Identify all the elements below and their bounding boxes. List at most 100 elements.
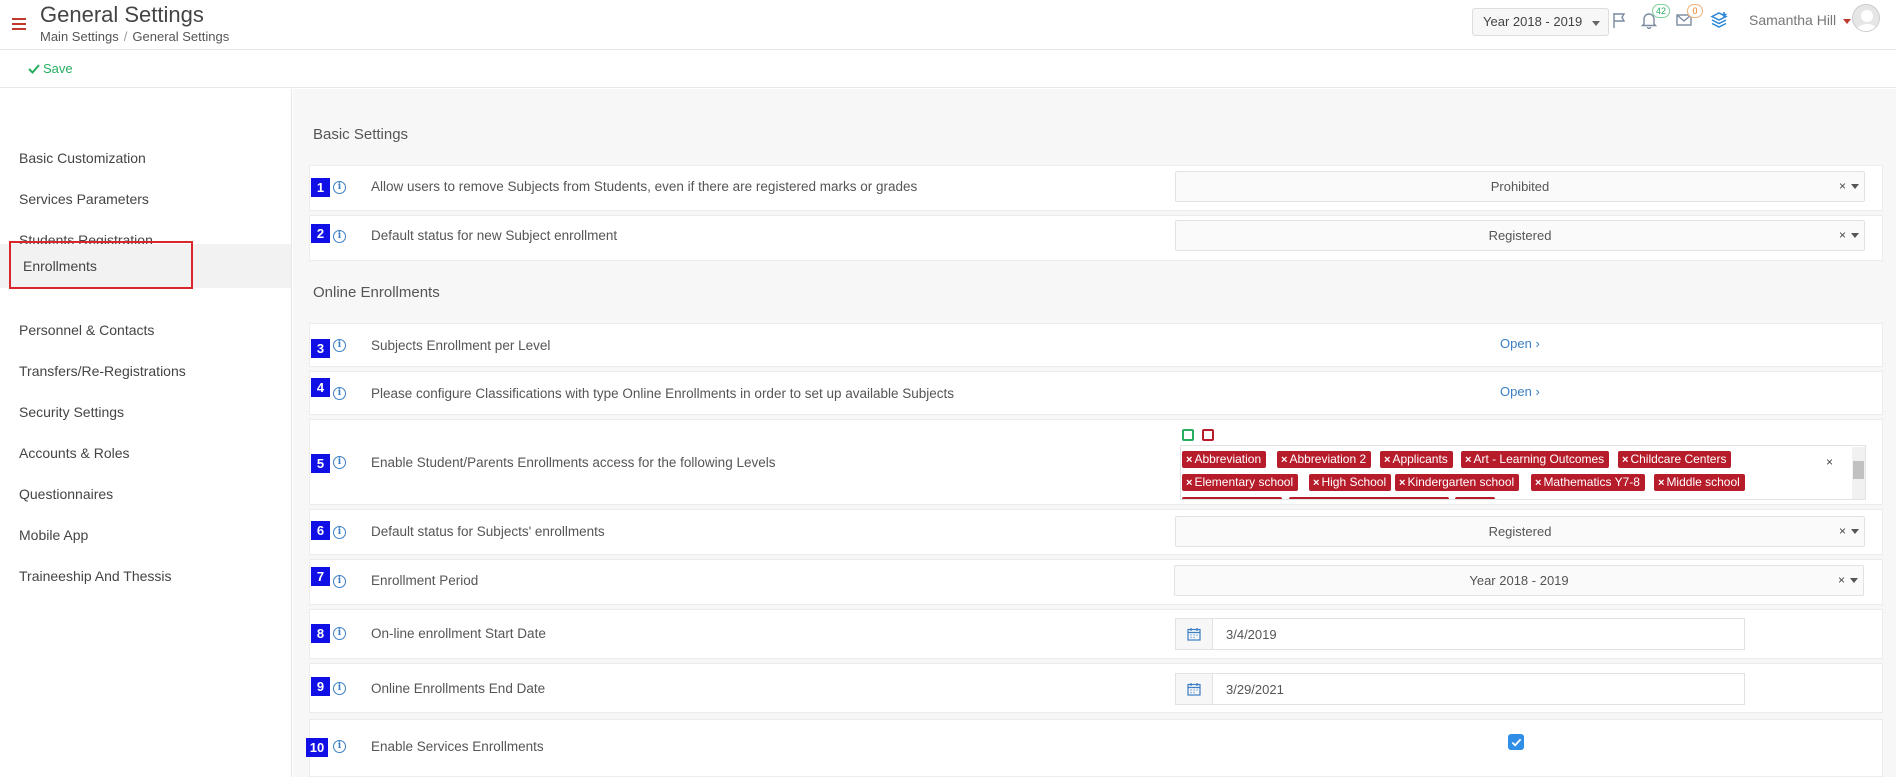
sidebar-item-questionnaires[interactable]: Questionnaires — [0, 474, 291, 514]
deselect-all-icon[interactable] — [1202, 429, 1214, 441]
breadcrumb-current: General Settings — [132, 29, 230, 44]
check-icon — [1511, 738, 1521, 747]
info-icon[interactable]: i — [333, 456, 346, 469]
setting-label: On-line enrollment Start Date — [371, 626, 546, 641]
row-number-badge: 5 — [311, 454, 330, 473]
level-tag[interactable]: × High School — [1309, 474, 1392, 491]
save-button-label: Save — [43, 61, 73, 76]
sidebar-item-personnel-contacts[interactable]: Personnel & Contacts — [0, 310, 291, 350]
row-number-badge: 7 — [311, 567, 330, 586]
menu-icon[interactable] — [12, 18, 26, 30]
sidebar-item-traineeship-thessis[interactable]: Traineeship And Thessis — [0, 556, 291, 596]
year-selector-value: Year 2018 - 2019 — [1483, 14, 1583, 29]
chevron-right-icon: › — [1535, 384, 1540, 399]
sidebar-item-basic-customization[interactable]: Basic Customization — [0, 138, 291, 178]
setting-label: Enable Student/Parents Enrollments acces… — [371, 455, 776, 470]
setting-label: Please configure Classifications with ty… — [371, 386, 955, 401]
info-icon[interactable]: i — [333, 387, 346, 400]
sidebar-item-accounts-roles[interactable]: Accounts & Roles — [0, 433, 291, 473]
info-icon[interactable]: i — [333, 575, 346, 588]
layers-add-icon[interactable] — [1710, 11, 1732, 33]
info-icon[interactable]: i — [333, 181, 346, 194]
chevron-down-icon — [1851, 529, 1859, 534]
level-tag[interactable]: × Mathematics Y7-8 — [1531, 474, 1645, 491]
avatar[interactable] — [1852, 4, 1880, 32]
level-tag[interactable]: × Elementary school — [1182, 474, 1299, 491]
level-tag[interactable]: × Kindergarten school — [1395, 474, 1520, 491]
select-all-icon[interactable] — [1182, 429, 1194, 441]
level-tag[interactable] — [1455, 497, 1495, 499]
breadcrumb-main-settings[interactable]: Main Settings — [40, 29, 119, 44]
sidebar-item-services-parameters[interactable]: Services Parameters — [0, 179, 291, 219]
clear-icon[interactable]: × — [1838, 566, 1845, 595]
flag-icon[interactable] — [1611, 11, 1633, 33]
levels-multiselect[interactable]: × Abbreviation × Abbreviation 2 × Applicant… — [1180, 445, 1866, 500]
envelope-icon[interactable]: 0 — [1675, 4, 1703, 33]
end-date-value: 3/29/2021 — [1226, 682, 1284, 697]
chevron-down-icon — [1850, 578, 1858, 583]
clear-icon[interactable]: × — [1839, 221, 1846, 250]
level-tag[interactable] — [1289, 497, 1449, 499]
row-number-badge: 3 — [311, 339, 330, 358]
level-tag[interactable]: × Abbreviation — [1182, 451, 1267, 468]
end-date-field[interactable]: 3/29/2021 — [1175, 673, 1745, 705]
setting-select-subjects-status[interactable]: Registered × — [1175, 516, 1865, 547]
row-number-badge: 6 — [311, 521, 330, 540]
open-link-classifications[interactable]: Open › — [1500, 384, 1540, 399]
setting-label: Enrollment Period — [371, 573, 479, 588]
row-number-badge: 4 — [311, 378, 330, 397]
settings-sidebar: Basic Customization Services Parameters … — [0, 89, 292, 777]
level-tag[interactable]: × Childcare Centers — [1618, 451, 1732, 468]
enable-services-checkbox[interactable] — [1508, 734, 1524, 750]
info-icon[interactable]: i — [333, 230, 346, 243]
sidebar-item-mobile-app[interactable]: Mobile App — [0, 515, 291, 555]
setting-label: Allow users to remove Subjects from Stud… — [371, 179, 918, 194]
open-link-subjects-per-level[interactable]: Open › — [1500, 336, 1540, 351]
setting-label: Subjects Enrollment per Level — [371, 338, 551, 353]
year-selector[interactable]: Year 2018 - 2019 — [1472, 8, 1610, 36]
chevron-down-icon — [1592, 21, 1601, 26]
info-icon[interactable]: i — [333, 627, 346, 640]
sidebar-item-enrollments[interactable]: Enrollments — [0, 244, 291, 288]
setting-label: Default status for Subjects' enrollments — [371, 524, 605, 539]
setting-select-remove-subjects[interactable]: Prohibited × — [1175, 171, 1865, 202]
clear-icon[interactable]: × — [1839, 172, 1846, 201]
toolbar: Save — [0, 50, 1896, 88]
level-tag[interactable] — [1182, 497, 1282, 499]
row-number-badge: 2 — [311, 224, 330, 243]
user-menu-caret-icon[interactable] — [1843, 19, 1851, 24]
level-tag[interactable]: × Art - Learning Outcomes — [1461, 451, 1610, 468]
info-icon[interactable]: i — [333, 682, 346, 695]
save-button[interactable]: Save — [28, 61, 73, 76]
levels-scrollbar[interactable] — [1852, 447, 1865, 499]
calendar-icon[interactable] — [1176, 619, 1213, 649]
level-tag[interactable]: × Applicants — [1380, 451, 1453, 468]
row-number-badge: 1 — [311, 178, 330, 197]
bell-icon[interactable]: 42 — [1640, 4, 1671, 33]
level-tag[interactable]: × Middle school — [1654, 474, 1745, 491]
start-date-value: 3/4/2019 — [1226, 627, 1277, 642]
setting-select-enrollment-period[interactable]: Year 2018 - 2019 × — [1174, 565, 1864, 596]
clear-icon[interactable]: × — [1826, 455, 1833, 469]
section-title-basic: Basic Settings — [313, 126, 409, 143]
calendar-icon[interactable] — [1176, 674, 1213, 704]
app-header: General Settings Main Settings / General S… — [0, 0, 1896, 50]
clear-icon[interactable]: × — [1839, 517, 1846, 546]
sidebar-item-transfers[interactable]: Transfers/Re-Registrations — [0, 351, 291, 391]
scrollbar-thumb[interactable] — [1853, 461, 1864, 479]
select-value: Registered — [1488, 524, 1552, 539]
breadcrumb: Main Settings / General Settings — [40, 29, 230, 44]
start-date-field[interactable]: 3/4/2019 — [1175, 618, 1745, 650]
open-link-label: Open — [1500, 336, 1532, 351]
open-link-label: Open — [1500, 384, 1532, 399]
notifications-badge: 42 — [1652, 4, 1671, 18]
info-icon[interactable]: i — [333, 526, 346, 539]
user-name[interactable]: Samantha Hill — [1749, 12, 1836, 28]
setting-row-10 — [309, 719, 1883, 777]
level-tag[interactable]: × Abbreviation 2 — [1277, 451, 1372, 468]
sidebar-item-security-settings[interactable]: Security Settings — [0, 392, 291, 432]
setting-select-default-status[interactable]: Registered × — [1175, 220, 1865, 251]
info-icon[interactable]: i — [333, 740, 346, 753]
chevron-down-icon — [1851, 233, 1859, 238]
info-icon[interactable]: i — [333, 339, 346, 352]
